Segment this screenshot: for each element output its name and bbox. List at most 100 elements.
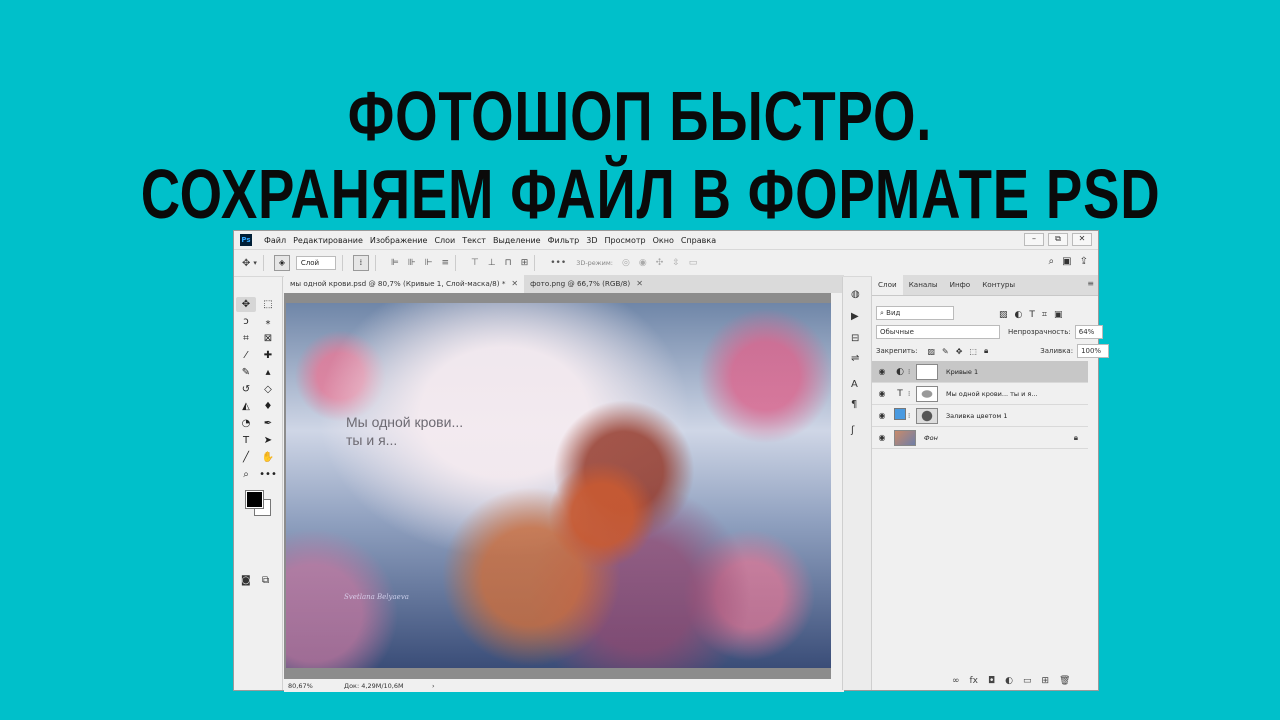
menu-image[interactable]: Изображение — [370, 236, 428, 245]
eye-icon[interactable]: ◉ — [872, 411, 892, 420]
layer-mask-thumbnail[interactable] — [916, 407, 938, 424]
menu-file[interactable]: Файл — [264, 236, 286, 245]
adjustments-panel-icon[interactable]: ⇌ — [851, 353, 859, 364]
fill-field[interactable]: 100% — [1077, 344, 1110, 358]
glyphs-panel-icon[interactable]: ʃ — [851, 425, 854, 436]
eye-icon[interactable]: ◉ — [872, 433, 892, 442]
history-panel-icon[interactable]: ◍ — [851, 289, 860, 300]
filter-smart-object-icon[interactable]: ▣ — [1054, 310, 1063, 320]
link-layers-icon[interactable]: ∞ — [952, 676, 960, 686]
marquee-tool-icon[interactable]: ⬚ — [258, 297, 278, 312]
menu-help[interactable]: Справка — [681, 236, 716, 245]
menu-select[interactable]: Выделение — [493, 236, 541, 245]
filter-pixel-icon[interactable]: ▨ — [999, 310, 1008, 320]
layer-row[interactable]: ◉ Фон 🔒︎ — [872, 427, 1088, 449]
character-panel-icon[interactable]: A — [851, 379, 858, 390]
layer-mask-thumbnail[interactable] — [916, 385, 938, 402]
hand-tool-icon[interactable]: ✋ — [258, 450, 278, 465]
blend-mode-select[interactable]: Обычные — [876, 325, 1000, 339]
foreground-color-swatch[interactable] — [245, 490, 264, 509]
layer-filter-select[interactable]: ⌕ Вид — [876, 306, 954, 320]
actions-panel-icon[interactable]: ▶ — [851, 311, 859, 322]
blur-tool-icon[interactable]: ♦ — [258, 399, 278, 414]
menu-layers[interactable]: Слои — [434, 236, 455, 245]
frame-tool-icon[interactable]: ⊠ — [258, 331, 278, 346]
pen-tool-icon[interactable]: ✒ — [258, 416, 278, 431]
new-group-icon[interactable]: ▭ — [1023, 676, 1032, 686]
menu-window[interactable]: Окно — [653, 236, 674, 245]
menu-view[interactable]: Просмотр — [605, 236, 646, 245]
align-middle-icon[interactable]: ⊥ — [488, 258, 496, 268]
lock-position-icon[interactable]: ✥ — [956, 347, 963, 356]
layer-style-icon[interactable]: fx — [970, 676, 979, 686]
zoom-tool-icon[interactable]: ⌕ — [236, 467, 256, 482]
properties-panel-icon[interactable]: ⊟ — [851, 333, 859, 344]
quick-mask-icon[interactable]: ◙ — [241, 575, 251, 586]
workspace-icon[interactable]: ▣ — [1062, 256, 1071, 267]
fill-swatch[interactable] — [892, 408, 908, 423]
filter-adjustment-icon[interactable]: ◐ — [1015, 310, 1023, 320]
distribute-icon[interactable]: ⊞ — [521, 258, 529, 268]
new-layer-icon[interactable]: ⊞ — [1042, 676, 1050, 686]
delete-layer-icon[interactable]: 🗑︎ — [1059, 676, 1070, 686]
eraser-tool-icon[interactable]: ◇ — [258, 382, 278, 397]
align-center-icon[interactable]: ⊪ — [408, 258, 416, 268]
layer-row[interactable]: ◉ ⁞ Заливка цветом 1 — [872, 405, 1088, 427]
close-button[interactable]: ✕ — [1072, 233, 1092, 246]
layer-name[interactable]: Кривые 1 — [946, 368, 978, 376]
tab-info[interactable]: Инфо — [944, 275, 977, 295]
layer-name[interactable]: Фон — [924, 434, 938, 442]
orbit-3d-icon[interactable]: ◎ — [622, 258, 630, 268]
magic-wand-tool-icon[interactable]: ⁎ — [258, 314, 278, 329]
layer-name[interactable]: Заливка цветом 1 — [946, 412, 1007, 420]
history-brush-tool-icon[interactable]: ↺ — [236, 382, 256, 397]
lock-pixels-icon[interactable]: ▨ — [927, 347, 935, 356]
stamp-tool-icon[interactable]: ▴ — [258, 365, 278, 380]
crop-tool-icon[interactable]: ⌗ — [236, 331, 256, 346]
opacity-field[interactable]: 64% — [1074, 325, 1103, 339]
lock-artboard-icon[interactable]: ⬚ — [969, 347, 977, 356]
line-tool-icon[interactable]: ╱ — [236, 450, 256, 465]
lock-all-icon[interactable]: 🔒︎ — [984, 346, 988, 356]
chevron-down-icon[interactable]: ▾ — [253, 259, 257, 267]
move-tool-icon[interactable]: ✥ — [242, 258, 250, 269]
layer-row[interactable]: ◉ ◐ ⁞ Кривые 1 — [872, 361, 1088, 383]
tab-document-psd[interactable]: мы одной крови.psd @ 80,7% (Кривые 1, Сл… — [284, 275, 525, 293]
screen-mode-icon[interactable]: ⧉ — [262, 575, 269, 586]
healing-brush-tool-icon[interactable]: ✚ — [258, 348, 278, 363]
tab-paths[interactable]: Контуры — [976, 275, 1021, 295]
filter-shape-icon[interactable]: ⌗ — [1042, 310, 1047, 320]
chain-icon[interactable]: ⁞ — [908, 390, 916, 398]
zoom-level[interactable]: 80,67% — [288, 680, 313, 692]
canvas-text-layer[interactable]: Мы одной крови... ты и я... — [346, 413, 463, 449]
more-options-icon[interactable]: ••• — [550, 258, 566, 268]
layer-select-dropdown[interactable]: Слой — [295, 256, 336, 270]
menu-type[interactable]: Текст — [462, 236, 486, 245]
menu-3d[interactable]: 3D — [586, 236, 597, 245]
minimize-button[interactable]: – — [1024, 233, 1044, 246]
align-right-icon[interactable]: ⊩ — [425, 258, 433, 268]
layer-mask-thumbnail[interactable] — [916, 363, 938, 380]
eye-icon[interactable]: ◉ — [872, 367, 892, 376]
close-icon[interactable]: ✕ — [636, 275, 643, 293]
restore-button[interactable]: ⧉ — [1048, 233, 1068, 246]
align-horizontal-icon[interactable]: ≡ — [441, 258, 449, 268]
photo-canvas[interactable]: Мы одной крови... ты и я... Svetlana Bel… — [286, 303, 831, 668]
lasso-tool-icon[interactable]: ↄ — [236, 314, 256, 329]
dodge-tool-icon[interactable]: ◔ — [236, 416, 256, 431]
chain-icon[interactable]: ⁞ — [908, 368, 916, 376]
auto-select-checkbox[interactable]: ◈ — [273, 255, 290, 271]
color-swatches[interactable] — [244, 489, 276, 519]
menu-filter[interactable]: Фильтр — [548, 236, 580, 245]
lock-paint-icon[interactable]: ✎ — [942, 347, 949, 356]
paint-bucket-tool-icon[interactable]: ◭ — [236, 399, 256, 414]
roll-3d-icon[interactable]: ◉ — [639, 258, 647, 268]
align-top-icon[interactable]: ⊤ — [471, 258, 479, 268]
transform-controls-toggle[interactable]: ⁞ — [352, 255, 369, 271]
layer-name[interactable]: Мы одной крови... ты и я... — [946, 390, 1038, 398]
filter-type-icon[interactable]: T — [1029, 310, 1035, 320]
scale-3d-icon[interactable]: ▭ — [689, 258, 698, 268]
panel-menu-icon[interactable]: ≡ — [1087, 279, 1094, 288]
tab-document-png[interactable]: фото.png @ 66,7% (RGB/8) ✕ — [524, 275, 649, 293]
chevron-right-icon[interactable]: › — [432, 680, 435, 692]
